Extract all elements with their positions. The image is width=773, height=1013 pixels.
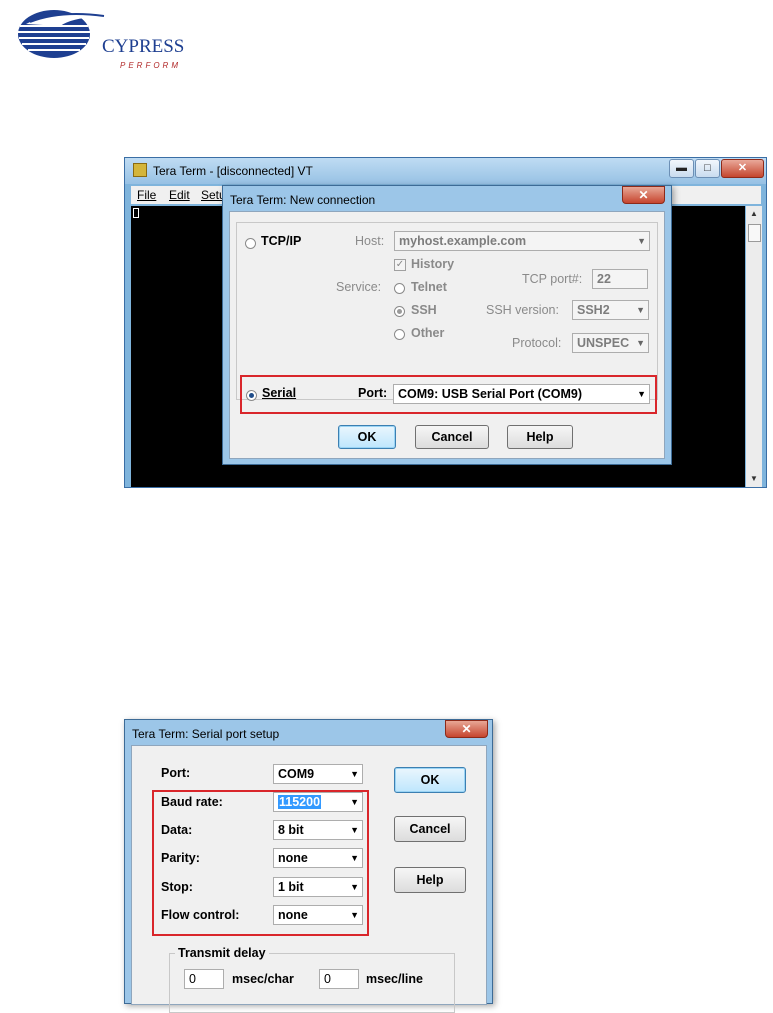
telnet-radio	[394, 283, 405, 294]
flow-control-select[interactable]: none ▼	[273, 905, 363, 925]
ok-button[interactable]: OK	[338, 425, 396, 449]
chevron-down-icon: ▼	[350, 882, 359, 892]
protocol-label: Protocol:	[512, 336, 562, 350]
data-bits-value: 8 bit	[278, 823, 304, 837]
host-value: myhost.example.com	[399, 234, 527, 248]
line-delay-field[interactable]: 0	[319, 969, 359, 989]
flow-control-value: none	[278, 908, 308, 922]
flow-control-label: Flow control:	[161, 908, 240, 922]
tcp-port-label: TCP port#:	[522, 272, 583, 286]
other-radio	[394, 329, 405, 340]
tcpip-radio[interactable]	[245, 238, 256, 249]
port-value: COM9	[278, 767, 315, 781]
cancel-button[interactable]: Cancel	[415, 425, 489, 449]
stop-label: Stop:	[161, 880, 193, 894]
ssh-radio	[394, 306, 405, 317]
chevron-down-icon: ▼	[350, 853, 359, 863]
host-label: Host:	[355, 234, 385, 248]
history-checkbox: ✓	[394, 259, 406, 271]
chevron-down-icon: ▼	[636, 338, 645, 348]
dialog-close-button[interactable]: ✕	[445, 720, 488, 738]
scroll-down-icon[interactable]: ▼	[746, 471, 762, 487]
protocol-select: UNSPEC ▼	[572, 333, 649, 353]
host-combobox: myhost.example.com ▼	[394, 231, 650, 251]
cancel-button[interactable]: Cancel	[394, 816, 466, 842]
serial-port-select[interactable]: COM9: USB Serial Port (COM9) ▼	[393, 384, 650, 404]
chevron-down-icon: ▼	[350, 825, 359, 835]
baud-rate-select[interactable]: 115200 ▼	[273, 792, 363, 812]
dialog-title: Tera Term: New connection	[230, 193, 376, 207]
chevron-down-icon: ▼	[350, 769, 359, 779]
brand-tagline: PERFORM	[120, 61, 181, 70]
teraterm-app-icon	[133, 163, 147, 177]
dialog-body: TCP/IP Host: myhost.example.com ▼ ✓ Hist…	[229, 211, 665, 459]
ssh-version-label: SSH version:	[486, 303, 559, 317]
other-label: Other	[411, 326, 445, 340]
history-label: History	[411, 257, 455, 271]
teraterm-titlebar[interactable]: Tera Term - [disconnected] VT ▬ □ ✕	[125, 158, 766, 184]
scroll-up-icon[interactable]: ▲	[746, 206, 762, 222]
chevron-down-icon: ▼	[637, 236, 646, 246]
stop-bits-select[interactable]: 1 bit ▼	[273, 877, 363, 897]
maximize-button[interactable]: □	[695, 159, 720, 178]
port-label: Port:	[161, 766, 191, 780]
menu-edit[interactable]: Edit	[169, 188, 190, 202]
teraterm-title: Tera Term - [disconnected] VT	[153, 164, 313, 178]
dialog-close-button[interactable]: ✕	[622, 186, 665, 204]
dialog-title: Tera Term: Serial port setup	[132, 727, 280, 741]
serial-label: Serial	[262, 386, 297, 400]
serial-setup-dialog: Tera Term: Serial port setup ✕ Port: COM…	[124, 719, 493, 1013]
chevron-down-icon: ▼	[350, 797, 359, 807]
parity-value: none	[278, 851, 308, 865]
chevron-down-icon: ▼	[637, 389, 646, 399]
serial-port-value: COM9: USB Serial Port (COM9)	[398, 387, 583, 401]
ssh-version-select: SSH2 ▼	[572, 300, 649, 320]
scroll-thumb[interactable]	[748, 224, 761, 242]
serial-radio[interactable]	[246, 390, 257, 401]
transmit-delay-label: Transmit delay	[175, 946, 269, 960]
data-bits-select[interactable]: 8 bit ▼	[273, 820, 363, 840]
close-button[interactable]: ✕	[721, 159, 764, 178]
line-delay-unit: msec/line	[366, 972, 423, 986]
ssh-version-value: SSH2	[577, 303, 610, 317]
help-button[interactable]: Help	[394, 867, 466, 893]
chevron-down-icon: ▼	[636, 305, 645, 315]
baud-rate-label: Baud rate:	[161, 795, 223, 809]
minimize-button[interactable]: ▬	[669, 159, 694, 178]
cypress-logo: CYPRESS PERFORM	[16, 4, 184, 70]
terminal-cursor	[133, 208, 139, 218]
ssh-label: SSH	[411, 303, 437, 317]
data-label: Data:	[161, 823, 193, 837]
cypress-tree-icon	[18, 10, 105, 58]
new-connection-dialog: Tera Term: New connection ✕ TCP/IP Host:…	[222, 185, 672, 465]
ok-button[interactable]: OK	[394, 767, 466, 793]
char-delay-field[interactable]: 0	[184, 969, 224, 989]
vertical-scrollbar[interactable]: ▲ ▼	[746, 206, 762, 487]
tcp-port-field: 22	[592, 269, 648, 289]
stop-bits-value: 1 bit	[278, 880, 304, 894]
baud-rate-value: 115200	[278, 795, 322, 809]
char-delay-unit: msec/char	[232, 972, 294, 986]
port-label: Port:	[358, 386, 388, 400]
tcpip-label: TCP/IP	[261, 234, 302, 248]
dialog-body: Port: COM9 ▼ Baud rate: 115200 ▼ Data: 8…	[131, 745, 487, 1013]
protocol-value: UNSPEC	[577, 336, 630, 350]
chevron-down-icon: ▼	[350, 910, 359, 920]
service-label: Service:	[336, 280, 382, 294]
menu-file[interactable]: File	[137, 188, 156, 202]
telnet-label: Telnet	[411, 280, 447, 294]
parity-select[interactable]: none ▼	[273, 848, 363, 868]
port-select[interactable]: COM9 ▼	[273, 764, 363, 784]
help-button[interactable]: Help	[507, 425, 573, 449]
brand-name: CYPRESS	[102, 36, 185, 57]
parity-label: Parity:	[161, 851, 200, 865]
